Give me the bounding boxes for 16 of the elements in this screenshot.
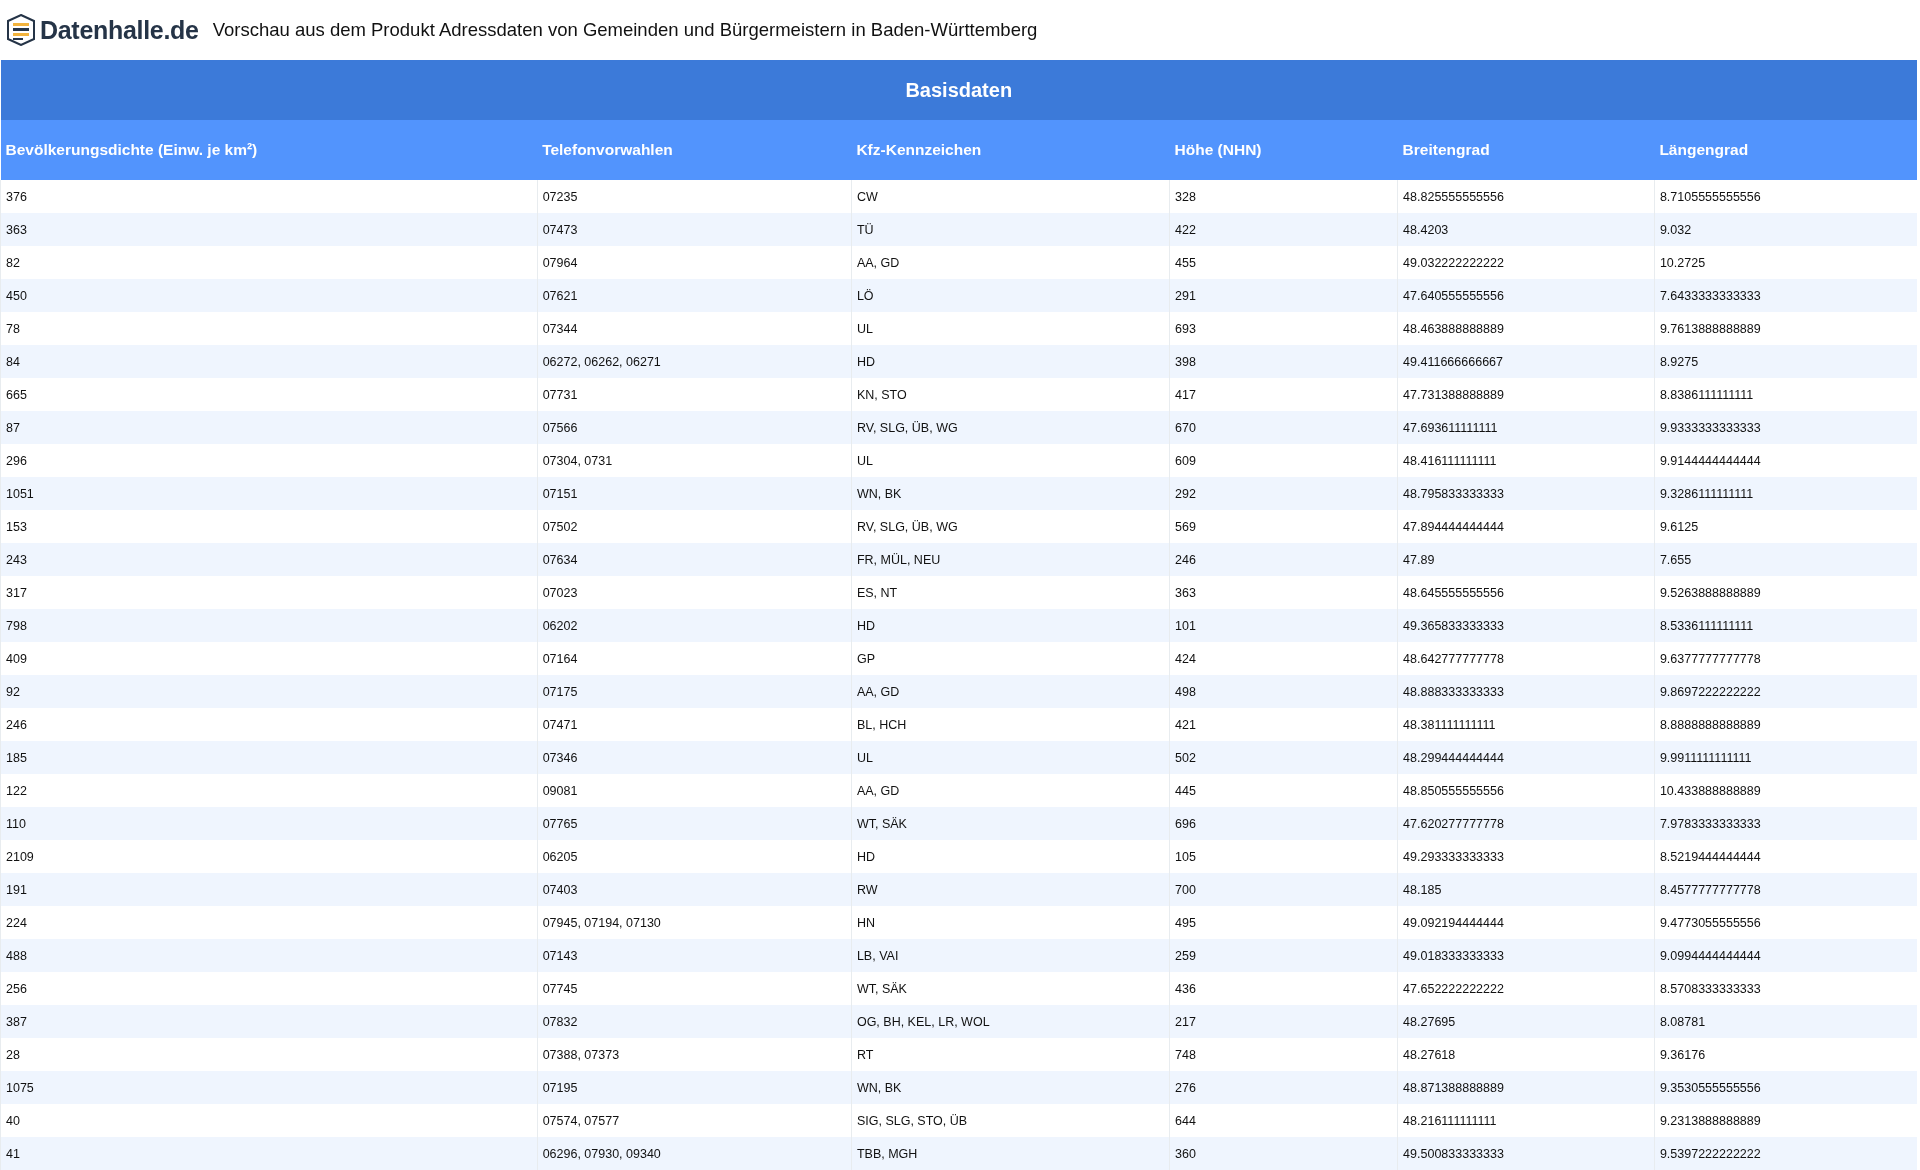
table-cell: TBB, MGH — [851, 1137, 1170, 1170]
table-cell: 41 — [0, 1137, 538, 1170]
logo-icon — [6, 14, 36, 46]
column-header: Breitengrad — [1397, 120, 1655, 180]
column-header: Telefonvorwahlen — [537, 120, 852, 180]
table-cell: 360 — [1169, 1137, 1398, 1170]
column-header: Höhe (NHN) — [1169, 120, 1398, 180]
logo-text[interactable]: Datenhalle.de — [40, 15, 199, 45]
column-header: Bevölkerungsdichte (Einw. je km²) — [0, 120, 538, 180]
page-title: Vorschau aus dem Produkt Adressdaten von Gemeinden und Bürgermeistern in Baden-Württemberg — [212, 19, 1038, 41]
table-cell: 9.5397222222222 — [1654, 1137, 1917, 1170]
column-header: Längengrad — [1654, 120, 1917, 180]
column-header: Kfz-Kennzeichen — [851, 120, 1170, 180]
table-cell: 49.500833333333 — [1397, 1137, 1655, 1170]
section-title: Basisdaten — [0, 60, 1917, 120]
table-cell: 06296, 07930, 09340 — [537, 1137, 852, 1170]
